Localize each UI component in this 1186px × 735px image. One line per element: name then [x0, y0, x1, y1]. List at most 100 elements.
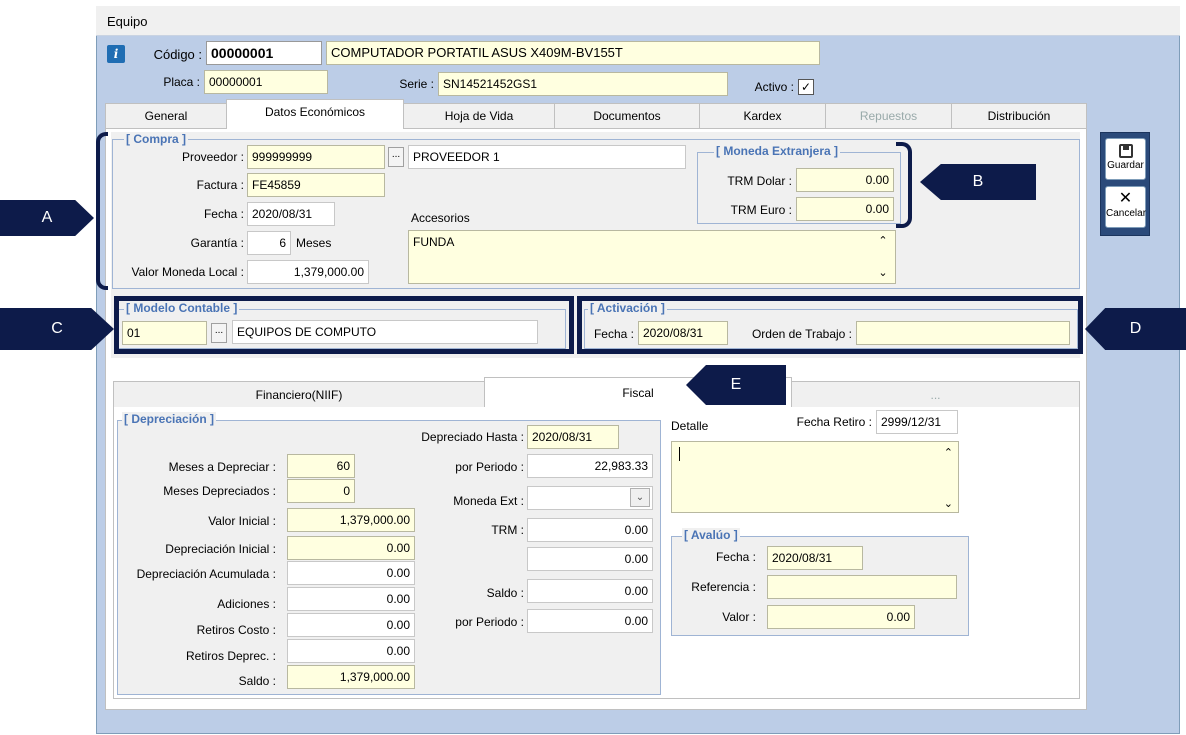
tab-repuestos[interactable]: Repuestos — [825, 103, 952, 129]
cancelar-label: Cancelar — [1106, 208, 1147, 219]
annotation-box-c — [114, 296, 574, 354]
valor-moneda-local-label: Valor Moneda Local : — [131, 265, 244, 279]
trm-euro-field[interactable]: 0.00 — [796, 197, 894, 221]
avaluo-title: [ Avalúo ] — [682, 528, 740, 542]
trm-euro-label: TRM Euro : — [730, 203, 792, 217]
placa-field[interactable]: 00000001 — [204, 70, 328, 94]
depreciacion-title: [ Depreciación ] — [122, 412, 217, 426]
meses-depreciados-field[interactable]: 0 — [287, 479, 355, 503]
proveedor-lookup-button[interactable]: ... — [388, 147, 404, 167]
depreciado-hasta-field[interactable]: 2020/08/31 — [527, 425, 619, 449]
avaluo-valor-field[interactable]: 0.00 — [767, 605, 915, 629]
factura-field[interactable]: FE45859 — [247, 173, 385, 197]
annotation-box-d — [577, 296, 1083, 354]
codigo-label: Código : — [153, 47, 202, 62]
depreciacion-acumulada-label: Depreciación Acumulada : — [136, 567, 276, 581]
trm-field[interactable]: 0.00 — [527, 518, 653, 542]
compra-title: [ Compra ] — [124, 132, 188, 146]
depreciacion-inicial-label: Depreciación Inicial : — [165, 542, 276, 556]
depreciacion-acumulada-field[interactable]: 0.00 — [287, 561, 415, 585]
detalle-scroll-up-icon[interactable]: ⌃ — [944, 446, 953, 459]
saldo-label: Saldo : — [238, 674, 276, 688]
fecha-compra-field[interactable]: 2020/08/31 — [247, 202, 335, 226]
proveedor-label: Proveedor : — [181, 150, 244, 164]
trm-dolar-field[interactable]: 0.00 — [796, 168, 894, 192]
depreciado-hasta-label: Depreciado Hasta : — [421, 430, 524, 444]
subtab-financiero[interactable]: Financiero(NIIF) — [113, 381, 485, 408]
activo-label: Activo : — [754, 80, 794, 94]
por-periodo-label: por Periodo : — [455, 460, 524, 474]
valor-inicial-field[interactable]: 1,379,000.00 — [287, 508, 415, 532]
marker-a: A — [0, 200, 94, 236]
tab-hoja-de-vida[interactable]: Hoja de Vida — [403, 103, 555, 129]
guardar-button[interactable]: Guardar — [1105, 138, 1146, 180]
trm-dolar-label: TRM Dolar : — [727, 174, 792, 188]
moneda-ext-label: Moneda Ext : — [453, 494, 524, 508]
fecha-retiro-label: Fecha Retiro : — [796, 415, 872, 429]
codigo-field[interactable]: 00000001 — [206, 41, 322, 65]
subtab-more[interactable]: ... — [791, 381, 1080, 408]
serie-label: Serie : — [399, 77, 434, 91]
garantia-field[interactable]: 6 — [247, 231, 291, 255]
retiros-costo-field[interactable]: 0.00 — [287, 613, 415, 637]
adiciones-field[interactable]: 0.00 — [287, 587, 415, 611]
accesorios-scroll-up-icon[interactable]: ⌃ — [876, 234, 890, 248]
avaluo-valor-label: Valor : — [722, 610, 756, 624]
meses-depreciados-label: Meses Depreciados : — [163, 484, 276, 498]
placa-label: Placa : — [163, 75, 200, 89]
info-icon[interactable]: i — [107, 45, 125, 63]
trm-label: TRM : — [491, 523, 524, 537]
cancelar-button[interactable]: ✕ Cancelar — [1105, 186, 1146, 228]
avaluo-fecha-field[interactable]: 2020/08/31 — [767, 546, 863, 570]
depreciacion-inicial-field[interactable]: 0.00 — [287, 536, 415, 560]
tab-documentos[interactable]: Documentos — [554, 103, 700, 129]
check-icon: ✓ — [800, 80, 812, 94]
proveedor-field[interactable]: 999999999 — [247, 145, 385, 169]
adiciones-label: Adiciones : — [217, 597, 276, 611]
detalle-scroll-down-icon[interactable]: ⌄ — [944, 497, 953, 510]
marker-b: B — [920, 164, 1036, 200]
saldo-ext-field[interactable]: 0.00 — [527, 579, 653, 603]
por-periodo-ext-label: por Periodo : — [455, 615, 524, 629]
meses-depreciar-field[interactable]: 60 — [287, 454, 355, 478]
meses-depreciar-label: Meses a Depreciar : — [168, 460, 276, 474]
tab-kardex[interactable]: Kardex — [699, 103, 826, 129]
descripcion-field[interactable]: COMPUTADOR PORTATIL ASUS X409M-BV155T — [326, 41, 820, 65]
activo-checkbox[interactable]: ✓ — [798, 79, 814, 95]
retiros-deprec-label: Retiros Deprec. : — [185, 649, 276, 663]
serie-field[interactable]: SN14521452GS1 — [438, 72, 728, 96]
garantia-unit: Meses — [296, 236, 332, 250]
por-periodo-ext-field[interactable]: 0.00 — [527, 609, 653, 633]
tab-distribucion[interactable]: Distribución — [951, 103, 1087, 129]
accesorios-scroll-down-icon[interactable]: ⌄ — [876, 266, 890, 280]
avaluo-fecha-label: Fecha : — [715, 550, 756, 564]
por-periodo-field[interactable]: 22,983.33 — [527, 454, 653, 478]
marker-d: D — [1085, 308, 1186, 350]
valor-moneda-local-field[interactable]: 1,379,000.00 — [247, 260, 369, 284]
avaluo-referencia-field[interactable] — [767, 575, 957, 599]
tab-datos-economicos[interactable]: Datos Económicos — [226, 99, 404, 126]
tab-general[interactable]: General — [105, 103, 227, 129]
marker-c: C — [0, 308, 114, 350]
guardar-label: Guardar — [1107, 160, 1144, 171]
retiros-costo-label: Retiros Costo : — [196, 623, 276, 637]
window-title: Equipo — [107, 14, 148, 29]
detalle-textarea[interactable]: ⌃ ⌄ — [671, 441, 959, 513]
chevron-down-icon[interactable]: ⌄ — [630, 488, 650, 507]
accesorios-label: Accesorios — [411, 211, 470, 225]
cancel-icon: ✕ — [1118, 190, 1133, 207]
trm-extra-field[interactable]: 0.00 — [527, 547, 653, 571]
valor-inicial-label: Valor Inicial : — [208, 514, 276, 528]
annotation-bracket-a — [96, 132, 108, 290]
saldo-field[interactable]: 1,379,000.00 — [287, 665, 415, 689]
detalle-label: Detalle — [671, 419, 709, 433]
proveedor-name-field[interactable]: PROVEEDOR 1 — [408, 145, 686, 169]
garantia-label: Garantía : — [190, 236, 244, 250]
title-bar — [96, 6, 1180, 36]
annotation-bracket-b — [896, 142, 912, 228]
marker-e: E — [686, 365, 786, 405]
fecha-retiro-field[interactable]: 2999/12/31 — [876, 410, 958, 434]
retiros-deprec-field[interactable]: 0.00 — [287, 639, 415, 663]
accesorios-textarea[interactable]: FUNDA — [408, 230, 896, 284]
moneda-title: [ Moneda Extranjera ] — [714, 144, 841, 158]
